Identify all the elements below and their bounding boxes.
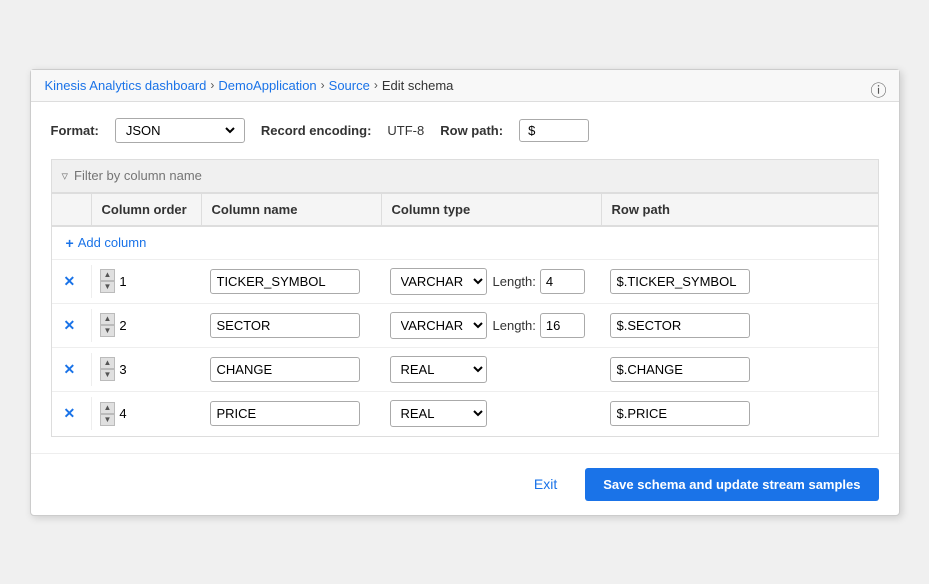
- order-down-1[interactable]: ▼: [100, 281, 116, 293]
- coltype-cell-3: VARCHAR REAL INTEGER BOOLEAN: [382, 350, 602, 389]
- coltype-select-2[interactable]: VARCHAR REAL INTEGER BOOLEAN: [390, 312, 487, 339]
- add-column-label[interactable]: Add column: [78, 235, 147, 250]
- order-num-2: 2: [119, 318, 126, 333]
- rowpath-input-4[interactable]: [610, 401, 750, 426]
- record-encoding-label: Record encoding:: [261, 123, 372, 138]
- rowpath-cell-2: [602, 307, 802, 344]
- add-column-row[interactable]: + Add column: [52, 227, 878, 260]
- colname-input-3[interactable]: [210, 357, 360, 382]
- order-down-2[interactable]: ▼: [100, 325, 116, 337]
- record-encoding-value: UTF-8: [387, 123, 424, 138]
- breadcrumb-link-source[interactable]: Source: [329, 78, 370, 93]
- add-column-icon: +: [66, 235, 74, 251]
- order-cell-1: ▲ ▼ 1: [92, 263, 202, 299]
- format-select-wrapper[interactable]: JSON CSV Custom: [115, 118, 245, 143]
- coltype-cell-4: VARCHAR REAL INTEGER BOOLEAN: [382, 394, 602, 433]
- length-label-1: Length:: [493, 274, 536, 289]
- colname-cell-2: [202, 307, 382, 344]
- delete-button-3[interactable]: ✕: [60, 359, 80, 380]
- filter-row: ▿: [51, 159, 879, 193]
- rowpath-input-1[interactable]: [610, 269, 750, 294]
- length-group-1: Length:: [493, 269, 585, 294]
- help-icon[interactable]: ⓘ: [870, 77, 886, 101]
- order-down-4[interactable]: ▼: [100, 414, 116, 426]
- filter-input[interactable]: [74, 168, 274, 183]
- table-row: ✕ ▲ ▼ 1 V: [52, 260, 878, 304]
- delete-cell-1: ✕: [52, 265, 92, 298]
- coltype-select-4[interactable]: VARCHAR REAL INTEGER BOOLEAN: [390, 400, 487, 427]
- table-row: ✕ ▲ ▼ 4 V: [52, 392, 878, 436]
- order-num-1: 1: [119, 274, 126, 289]
- coltype-select-3[interactable]: VARCHAR REAL INTEGER BOOLEAN: [390, 356, 487, 383]
- delete-cell-3: ✕: [52, 353, 92, 386]
- coltype-select-1[interactable]: VARCHAR REAL INTEGER BOOLEAN: [390, 268, 487, 295]
- breadcrumb-sep-3: ›: [374, 78, 378, 92]
- order-up-4[interactable]: ▲: [100, 402, 116, 414]
- th-rowpath: Row path: [602, 194, 802, 225]
- colname-cell-1: [202, 263, 382, 300]
- schema-table: Column order Column name Column type Row…: [51, 193, 879, 437]
- delete-cell-4: ✕: [52, 397, 92, 430]
- main-content: Format: JSON CSV Custom Record encoding:…: [31, 102, 899, 453]
- table-row: ✕ ▲ ▼ 3 V: [52, 348, 878, 392]
- filter-icon: ▿: [62, 168, 69, 184]
- length-group-2: Length:: [493, 313, 585, 338]
- format-row: Format: JSON CSV Custom Record encoding:…: [51, 118, 879, 143]
- breadcrumb-link-app[interactable]: DemoApplication: [218, 78, 316, 93]
- table-row: ✕ ▲ ▼ 2 V: [52, 304, 878, 348]
- length-input-2[interactable]: [540, 313, 585, 338]
- delete-button-2[interactable]: ✕: [60, 315, 80, 336]
- order-up-3[interactable]: ▲: [100, 357, 116, 369]
- th-delete: [52, 194, 92, 225]
- row-path-input[interactable]: [519, 119, 589, 142]
- main-window: Kinesis Analytics dashboard › DemoApplic…: [30, 69, 900, 516]
- colname-input-4[interactable]: [210, 401, 360, 426]
- order-cell-2: ▲ ▼ 2: [92, 307, 202, 343]
- footer: Exit Save schema and update stream sampl…: [31, 453, 899, 515]
- th-type: Column type: [382, 194, 602, 225]
- rowpath-cell-4: [602, 395, 802, 432]
- delete-cell-2: ✕: [52, 309, 92, 342]
- coltype-cell-2: VARCHAR REAL INTEGER BOOLEAN Length:: [382, 306, 602, 345]
- coltype-cell-1: VARCHAR REAL INTEGER BOOLEAN Length:: [382, 262, 602, 301]
- exit-button[interactable]: Exit: [520, 469, 571, 499]
- order-cell-4: ▲ ▼ 4: [92, 396, 202, 432]
- save-button[interactable]: Save schema and update stream samples: [585, 468, 878, 501]
- rowpath-input-2[interactable]: [610, 313, 750, 338]
- order-arrows-4: ▲ ▼: [100, 402, 116, 426]
- rowpath-cell-3: [602, 351, 802, 388]
- order-up-1[interactable]: ▲: [100, 269, 116, 281]
- colname-cell-3: [202, 351, 382, 388]
- format-select[interactable]: JSON CSV Custom: [122, 122, 238, 139]
- format-label: Format:: [51, 123, 99, 138]
- length-input-1[interactable]: [540, 269, 585, 294]
- table-header: Column order Column name Column type Row…: [52, 194, 878, 227]
- order-num-4: 4: [119, 406, 126, 421]
- breadcrumb-sep-2: ›: [321, 78, 325, 92]
- breadcrumb-link-dashboard[interactable]: Kinesis Analytics dashboard: [45, 78, 207, 93]
- breadcrumb-sep-1: ›: [210, 78, 214, 92]
- rowpath-cell-1: [602, 263, 802, 300]
- colname-cell-4: [202, 395, 382, 432]
- order-num-3: 3: [119, 362, 126, 377]
- length-label-2: Length:: [493, 318, 536, 333]
- order-cell-3: ▲ ▼ 3: [92, 351, 202, 387]
- th-order: Column order: [92, 194, 202, 225]
- order-arrows-3: ▲ ▼: [100, 357, 116, 381]
- delete-button-1[interactable]: ✕: [60, 271, 80, 292]
- order-arrows-2: ▲ ▼: [100, 313, 116, 337]
- order-down-3[interactable]: ▼: [100, 369, 116, 381]
- row-path-label: Row path:: [440, 123, 503, 138]
- order-up-2[interactable]: ▲: [100, 313, 116, 325]
- colname-input-2[interactable]: [210, 313, 360, 338]
- order-arrows-1: ▲ ▼: [100, 269, 116, 293]
- colname-input-1[interactable]: [210, 269, 360, 294]
- delete-button-4[interactable]: ✕: [60, 403, 80, 424]
- breadcrumb: Kinesis Analytics dashboard › DemoApplic…: [31, 70, 899, 102]
- rowpath-input-3[interactable]: [610, 357, 750, 382]
- th-name: Column name: [202, 194, 382, 225]
- breadcrumb-current: Edit schema: [382, 78, 454, 93]
